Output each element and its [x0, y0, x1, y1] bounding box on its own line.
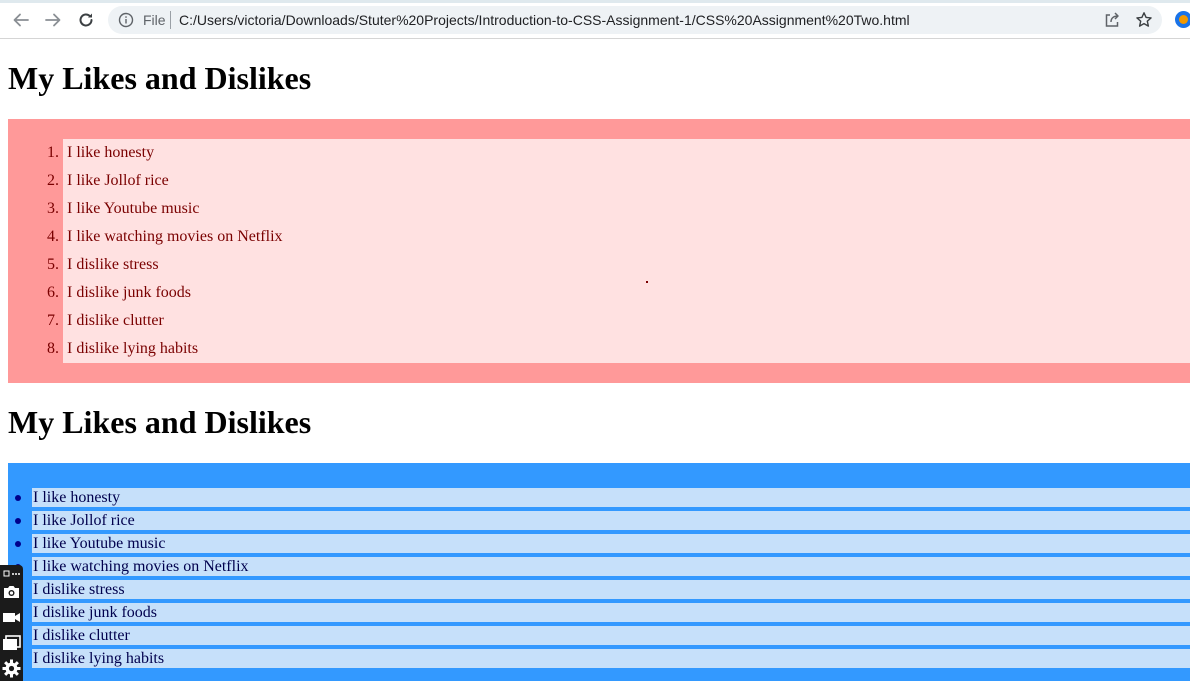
list-item: I dislike junk foods [15, 603, 1190, 622]
list-item: I dislike clutter [15, 626, 1190, 645]
list-item: I like Youtube music [15, 534, 1190, 553]
address-bar[interactable]: File C:/Users/victoria/Downloads/Stuter%… [108, 6, 1162, 34]
browser-toolbar: File C:/Users/victoria/Downloads/Stuter%… [0, 0, 1190, 39]
list-item: 3. I like Youtube music [47, 195, 1190, 223]
list-item-text: I dislike lying habits [33, 650, 165, 667]
ordered-list-container: 1. I like honesty 2. I like Jollof rice … [8, 119, 1190, 383]
list-item-number: 7. [47, 312, 59, 329]
list-item-text: I dislike stress [67, 256, 159, 273]
video-icon[interactable] [2, 608, 21, 627]
list-item-number: 5. [47, 256, 59, 273]
capture-toolbar [0, 565, 23, 681]
gear-icon[interactable] [2, 659, 21, 678]
list-item: 5. I dislike stress [47, 251, 1190, 279]
list-item-text: I like watching movies on Netflix [33, 558, 249, 575]
list-item: 6. I dislike junk foods [47, 279, 1190, 307]
reload-button[interactable] [74, 8, 98, 32]
unordered-list-container: I like honesty I like Jollof rice I like… [8, 463, 1190, 681]
page-heading-1: My Likes and Dislikes [8, 60, 312, 96]
page-heading-2: My Likes and Dislikes [8, 404, 312, 440]
list-item-text: I dislike junk foods [67, 284, 191, 301]
reload-icon [79, 13, 93, 27]
list-item-text: I dislike junk foods [33, 604, 157, 621]
bullet-icon [15, 518, 21, 524]
scheme-label: File [143, 12, 166, 28]
list-item-text: I dislike clutter [67, 312, 164, 329]
list-item-text: I like honesty [33, 489, 121, 506]
camera-icon[interactable] [2, 582, 21, 601]
list-item: 7. I dislike clutter [47, 307, 1190, 335]
list-item: 4. I like watching movies on Netflix [47, 223, 1190, 251]
list-item: I like Jollof rice [15, 511, 1190, 530]
list-item-text: I like Jollof rice [67, 172, 169, 189]
info-icon[interactable] [118, 12, 134, 28]
list-item-number: 1. [47, 144, 59, 161]
list-item-number: 3. [47, 200, 59, 217]
list-item-number: 6. [47, 284, 59, 301]
list-item-text: I like Youtube music [33, 535, 166, 552]
bullet-icon [15, 541, 21, 547]
list-item: 8. I dislike lying habits [47, 335, 1190, 363]
extension-icon[interactable] [1175, 11, 1190, 28]
window-icon[interactable] [2, 633, 21, 652]
list-item-text: I like Jollof rice [33, 512, 135, 529]
share-icon[interactable] [1103, 11, 1121, 29]
list-item-number: 8. [47, 340, 59, 357]
list-item: I dislike lying habits [15, 649, 1190, 668]
forward-button[interactable] [41, 8, 65, 32]
list-item-number: 4. [47, 228, 59, 245]
arrow-left-icon [13, 13, 29, 27]
star-icon[interactable] [1135, 11, 1153, 29]
more-icon[interactable] [2, 567, 21, 581]
list-item-text: I like honesty [67, 144, 155, 161]
back-button[interactable] [9, 8, 33, 32]
list-item: 2. I like Jollof rice [47, 167, 1190, 195]
list-item-text: I like watching movies on Netflix [67, 228, 283, 245]
bullet-icon [15, 495, 21, 501]
list-item: I like honesty [15, 488, 1190, 507]
arrow-right-icon [45, 13, 61, 27]
stray-dot [646, 281, 648, 283]
list-item-number: 2. [47, 172, 59, 189]
list-item: I dislike stress [15, 580, 1190, 599]
list-item: I like watching movies on Netflix [15, 557, 1190, 576]
tab-strip-edge [0, 0, 1190, 3]
list-item-text: I dislike lying habits [67, 340, 199, 357]
list-item: 1. I like honesty [47, 139, 1190, 167]
list-item-text: I like Youtube music [67, 200, 200, 217]
scheme-divider [170, 11, 171, 29]
list-item-text: I dislike clutter [33, 627, 130, 644]
list-item-text: I dislike stress [33, 581, 125, 598]
ordered-list: 1. I like honesty 2. I like Jollof rice … [47, 139, 1190, 363]
url-text[interactable]: C:/Users/victoria/Downloads/Stuter%20Pro… [179, 12, 910, 28]
